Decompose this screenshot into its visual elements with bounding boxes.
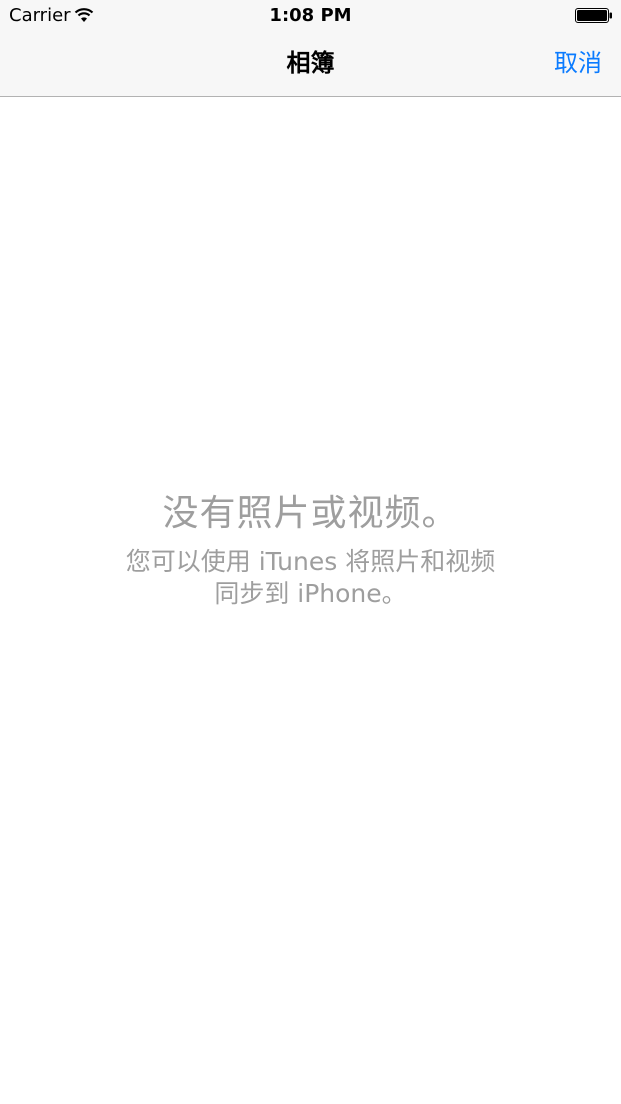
empty-state-message: 您可以使用 iTunes 将照片和视频 同步到 iPhone。 — [0, 546, 621, 610]
empty-state-message-line2: 同步到 iPhone。 — [214, 579, 407, 608]
cancel-button[interactable]: 取消 — [554, 48, 602, 78]
empty-state-message-line1: 您可以使用 iTunes 将照片和视频 — [125, 547, 496, 576]
empty-state: 没有照片或视频。 您可以使用 iTunes 将照片和视频 同步到 iPhone。 — [0, 488, 621, 610]
battery-icon — [575, 8, 612, 23]
navigation-bar: 相簿 取消 — [0, 32, 621, 97]
nav-title: 相簿 — [286, 49, 335, 77]
status-bar: Carrier 1:08 PM — [0, 0, 621, 32]
empty-state-title: 没有照片或视频。 — [162, 493, 459, 534]
album-picker-screen: Carrier 1:08 PM 相簿 取消 没有照片或视频。 您可以使用 iTu… — [0, 0, 621, 1104]
status-time: 1:08 PM — [269, 5, 352, 26]
